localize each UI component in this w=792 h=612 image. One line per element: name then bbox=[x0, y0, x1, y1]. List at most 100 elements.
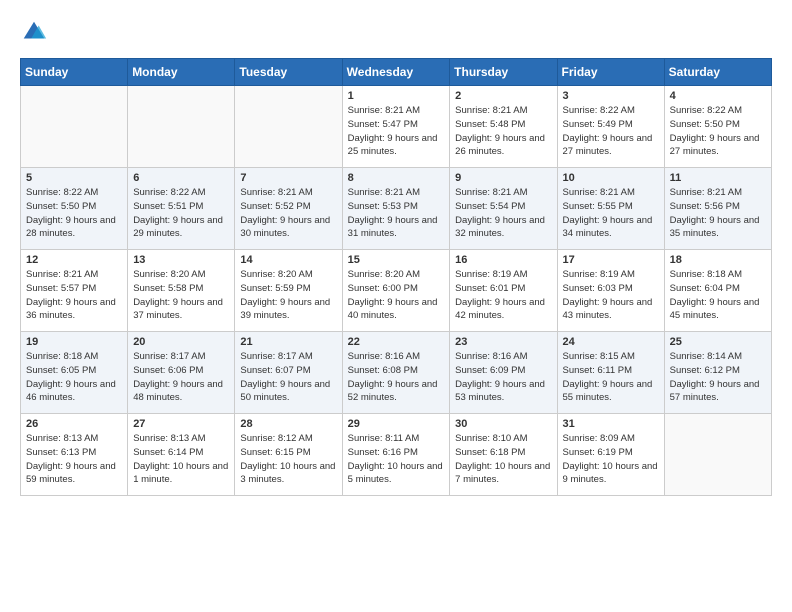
day-number: 29 bbox=[348, 418, 445, 430]
day-number: 25 bbox=[670, 336, 766, 348]
week-row-4: 19 Sunrise: 8:18 AMSunset: 6:05 PMDayligh… bbox=[21, 332, 772, 414]
calendar-cell: 24 Sunrise: 8:15 AMSunset: 6:11 PMDayligh… bbox=[557, 332, 664, 414]
day-number: 10 bbox=[563, 172, 659, 184]
day-info: Sunrise: 8:15 AMSunset: 6:11 PMDaylight:… bbox=[563, 350, 659, 405]
logo bbox=[20, 18, 50, 46]
week-row-1: 1 Sunrise: 8:21 AMSunset: 5:47 PMDaylight… bbox=[21, 86, 772, 168]
day-number: 11 bbox=[670, 172, 766, 184]
day-info: Sunrise: 8:21 AMSunset: 5:55 PMDaylight:… bbox=[563, 186, 659, 241]
day-info: Sunrise: 8:20 AMSunset: 5:58 PMDaylight:… bbox=[133, 268, 229, 323]
day-number: 23 bbox=[455, 336, 551, 348]
day-number: 7 bbox=[240, 172, 336, 184]
calendar-cell bbox=[128, 86, 235, 168]
calendar-cell: 14 Sunrise: 8:20 AMSunset: 5:59 PMDayligh… bbox=[235, 250, 342, 332]
calendar-cell: 7 Sunrise: 8:21 AMSunset: 5:52 PMDaylight… bbox=[235, 168, 342, 250]
day-info: Sunrise: 8:18 AMSunset: 6:05 PMDaylight:… bbox=[26, 350, 122, 405]
weekday-header-friday: Friday bbox=[557, 59, 664, 86]
calendar-cell: 10 Sunrise: 8:21 AMSunset: 5:55 PMDayligh… bbox=[557, 168, 664, 250]
calendar-cell: 9 Sunrise: 8:21 AMSunset: 5:54 PMDaylight… bbox=[450, 168, 557, 250]
day-number: 15 bbox=[348, 254, 445, 266]
day-info: Sunrise: 8:11 AMSunset: 6:16 PMDaylight:… bbox=[348, 432, 445, 487]
day-number: 18 bbox=[670, 254, 766, 266]
day-number: 17 bbox=[563, 254, 659, 266]
day-number: 4 bbox=[670, 90, 766, 102]
weekday-header-saturday: Saturday bbox=[664, 59, 771, 86]
calendar-cell: 16 Sunrise: 8:19 AMSunset: 6:01 PMDayligh… bbox=[450, 250, 557, 332]
day-info: Sunrise: 8:20 AMSunset: 5:59 PMDaylight:… bbox=[240, 268, 336, 323]
day-info: Sunrise: 8:21 AMSunset: 5:53 PMDaylight:… bbox=[348, 186, 445, 241]
calendar-cell: 27 Sunrise: 8:13 AMSunset: 6:14 PMDayligh… bbox=[128, 414, 235, 496]
day-info: Sunrise: 8:13 AMSunset: 6:13 PMDaylight:… bbox=[26, 432, 122, 487]
day-number: 27 bbox=[133, 418, 229, 430]
day-number: 30 bbox=[455, 418, 551, 430]
day-info: Sunrise: 8:13 AMSunset: 6:14 PMDaylight:… bbox=[133, 432, 229, 487]
calendar: SundayMondayTuesdayWednesdayThursdayFrid… bbox=[20, 58, 772, 496]
weekday-header-thursday: Thursday bbox=[450, 59, 557, 86]
day-number: 28 bbox=[240, 418, 336, 430]
day-info: Sunrise: 8:17 AMSunset: 6:06 PMDaylight:… bbox=[133, 350, 229, 405]
day-info: Sunrise: 8:21 AMSunset: 5:52 PMDaylight:… bbox=[240, 186, 336, 241]
day-info: Sunrise: 8:17 AMSunset: 6:07 PMDaylight:… bbox=[240, 350, 336, 405]
calendar-cell bbox=[235, 86, 342, 168]
day-number: 20 bbox=[133, 336, 229, 348]
day-number: 13 bbox=[133, 254, 229, 266]
calendar-cell: 20 Sunrise: 8:17 AMSunset: 6:06 PMDayligh… bbox=[128, 332, 235, 414]
calendar-cell: 2Sunrise: 8:21 AMSunset: 5:48 PMDaylight… bbox=[450, 86, 557, 168]
day-number: 19 bbox=[26, 336, 122, 348]
calendar-cell: 21 Sunrise: 8:17 AMSunset: 6:07 PMDayligh… bbox=[235, 332, 342, 414]
day-number: 9 bbox=[455, 172, 551, 184]
day-number: 3 bbox=[563, 90, 659, 102]
day-info: Sunrise: 8:19 AMSunset: 6:01 PMDaylight:… bbox=[455, 268, 551, 323]
day-info: Sunrise: 8:09 AMSunset: 6:19 PMDaylight:… bbox=[563, 432, 659, 487]
day-info: Sunrise: 8:19 AMSunset: 6:03 PMDaylight:… bbox=[563, 268, 659, 323]
day-info: Sunrise: 8:14 AMSunset: 6:12 PMDaylight:… bbox=[670, 350, 766, 405]
calendar-cell: 30 Sunrise: 8:10 AMSunset: 6:18 PMDayligh… bbox=[450, 414, 557, 496]
calendar-cell: 6Sunrise: 8:22 AMSunset: 5:51 PMDaylight… bbox=[128, 168, 235, 250]
week-row-3: 12Sunrise: 8:21 AMSunset: 5:57 PMDayligh… bbox=[21, 250, 772, 332]
weekday-header-monday: Monday bbox=[128, 59, 235, 86]
weekday-header-wednesday: Wednesday bbox=[342, 59, 450, 86]
day-number: 1 bbox=[348, 90, 445, 102]
calendar-cell: 31 Sunrise: 8:09 AMSunset: 6:19 PMDayligh… bbox=[557, 414, 664, 496]
day-info: Sunrise: 8:20 AMSunset: 6:00 PMDaylight:… bbox=[348, 268, 445, 323]
day-number: 22 bbox=[348, 336, 445, 348]
calendar-cell: 1 Sunrise: 8:21 AMSunset: 5:47 PMDaylight… bbox=[342, 86, 450, 168]
calendar-cell: 5 Sunrise: 8:22 AMSunset: 5:50 PMDaylight… bbox=[21, 168, 128, 250]
day-info: Sunrise: 8:18 AMSunset: 6:04 PMDaylight:… bbox=[670, 268, 766, 323]
day-number: 12 bbox=[26, 254, 122, 266]
day-number: 16 bbox=[455, 254, 551, 266]
calendar-cell: 13 Sunrise: 8:20 AMSunset: 5:58 PMDayligh… bbox=[128, 250, 235, 332]
day-info: Sunrise: 8:21 AMSunset: 5:47 PMDaylight:… bbox=[348, 104, 445, 159]
calendar-cell: 28 Sunrise: 8:12 AMSunset: 6:15 PMDayligh… bbox=[235, 414, 342, 496]
calendar-cell: 3 Sunrise: 8:22 AMSunset: 5:49 PMDaylight… bbox=[557, 86, 664, 168]
week-row-5: 26Sunrise: 8:13 AMSunset: 6:13 PMDayligh… bbox=[21, 414, 772, 496]
weekday-header-sunday: Sunday bbox=[21, 59, 128, 86]
day-info: Sunrise: 8:16 AMSunset: 6:09 PMDaylight:… bbox=[455, 350, 551, 405]
day-info: Sunrise: 8:22 AMSunset: 5:51 PMDaylight:… bbox=[133, 186, 229, 241]
day-info: Sunrise: 8:10 AMSunset: 6:18 PMDaylight:… bbox=[455, 432, 551, 487]
day-number: 14 bbox=[240, 254, 336, 266]
day-info: Sunrise: 8:21 AMSunset: 5:54 PMDaylight:… bbox=[455, 186, 551, 241]
day-number: 24 bbox=[563, 336, 659, 348]
calendar-cell: 11 Sunrise: 8:21 AMSunset: 5:56 PMDayligh… bbox=[664, 168, 771, 250]
calendar-cell: 29 Sunrise: 8:11 AMSunset: 6:16 PMDayligh… bbox=[342, 414, 450, 496]
calendar-cell: 4 Sunrise: 8:22 AMSunset: 5:50 PMDaylight… bbox=[664, 86, 771, 168]
day-info: Sunrise: 8:22 AMSunset: 5:50 PMDaylight:… bbox=[670, 104, 766, 159]
calendar-cell: 12Sunrise: 8:21 AMSunset: 5:57 PMDayligh… bbox=[21, 250, 128, 332]
day-info: Sunrise: 8:21 AMSunset: 5:56 PMDaylight:… bbox=[670, 186, 766, 241]
week-row-2: 5 Sunrise: 8:22 AMSunset: 5:50 PMDaylight… bbox=[21, 168, 772, 250]
logo-icon bbox=[20, 18, 48, 46]
calendar-cell: 15 Sunrise: 8:20 AMSunset: 6:00 PMDayligh… bbox=[342, 250, 450, 332]
calendar-cell: 19 Sunrise: 8:18 AMSunset: 6:05 PMDayligh… bbox=[21, 332, 128, 414]
day-number: 31 bbox=[563, 418, 659, 430]
day-info: Sunrise: 8:12 AMSunset: 6:15 PMDaylight:… bbox=[240, 432, 336, 487]
calendar-cell: 18 Sunrise: 8:18 AMSunset: 6:04 PMDayligh… bbox=[664, 250, 771, 332]
day-number: 21 bbox=[240, 336, 336, 348]
calendar-cell: 8Sunrise: 8:21 AMSunset: 5:53 PMDaylight… bbox=[342, 168, 450, 250]
day-number: 5 bbox=[26, 172, 122, 184]
day-info: Sunrise: 8:22 AMSunset: 5:50 PMDaylight:… bbox=[26, 186, 122, 241]
calendar-cell: 26Sunrise: 8:13 AMSunset: 6:13 PMDayligh… bbox=[21, 414, 128, 496]
calendar-cell: 22Sunrise: 8:16 AMSunset: 6:08 PMDayligh… bbox=[342, 332, 450, 414]
calendar-cell: 23 Sunrise: 8:16 AMSunset: 6:09 PMDayligh… bbox=[450, 332, 557, 414]
day-info: Sunrise: 8:22 AMSunset: 5:49 PMDaylight:… bbox=[563, 104, 659, 159]
